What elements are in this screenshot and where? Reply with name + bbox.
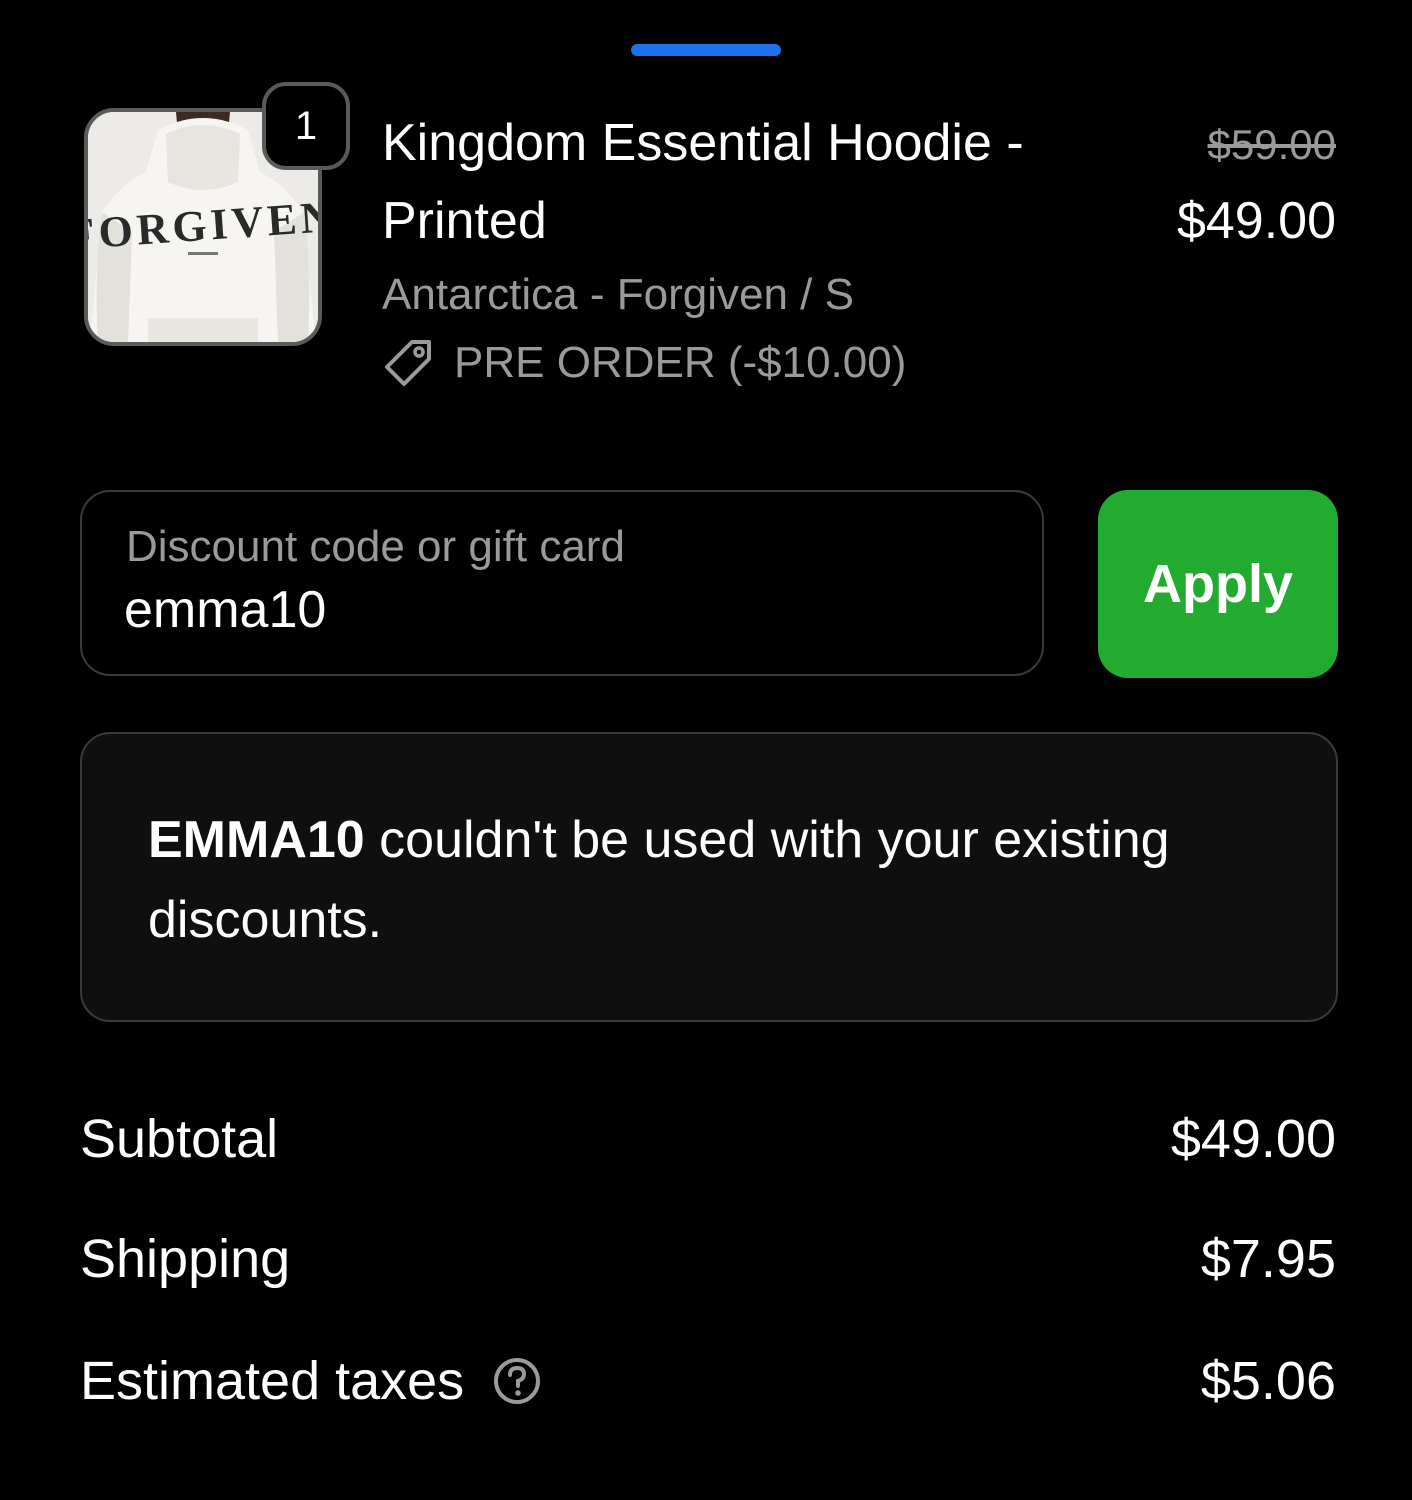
original-price: $59.00 [1207,121,1336,168]
product-variant: Antarctica - Forgiven / S [382,270,854,319]
applied-discount: PRE ORDER (-$10.00) [382,334,906,392]
error-code: EMMA10 [148,811,365,869]
subtotal-label: Subtotal [80,1109,279,1169]
shipping-row: Shipping $7.95 [80,1224,1336,1294]
subtotal-value: $49.00 [1170,1109,1336,1169]
taxes-value: $5.06 [1200,1351,1336,1411]
product-title: Kingdom Essential Hoodie - Printed [382,114,1024,250]
discount-label: PRE ORDER (-$10.00) [454,338,907,387]
subtotal-row: Subtotal $49.00 [80,1104,1336,1174]
tag-icon [382,337,434,389]
drag-handle[interactable] [631,44,781,56]
quantity-badge: 1 [262,82,350,170]
shipping-value: $7.95 [1200,1229,1336,1289]
discount-code-input[interactable] [124,580,984,640]
shipping-label: Shipping [80,1229,291,1289]
discount-field-label: Discount code or gift card [126,522,625,571]
taxes-row: Estimated taxes $5.06 [80,1346,1336,1416]
current-price: $49.00 [1176,192,1336,250]
discount-code-field[interactable]: Discount code or gift card [80,490,1044,676]
taxes-label: Estimated taxes [80,1351,465,1411]
apply-button[interactable]: Apply [1098,490,1338,678]
help-icon[interactable] [492,1356,542,1406]
error-text: EMMA10 couldn't be used with your existi… [148,800,1268,960]
taxes-label-group: Estimated taxes [80,1350,542,1412]
discount-error-message: EMMA10 couldn't be used with your existi… [80,732,1338,1022]
